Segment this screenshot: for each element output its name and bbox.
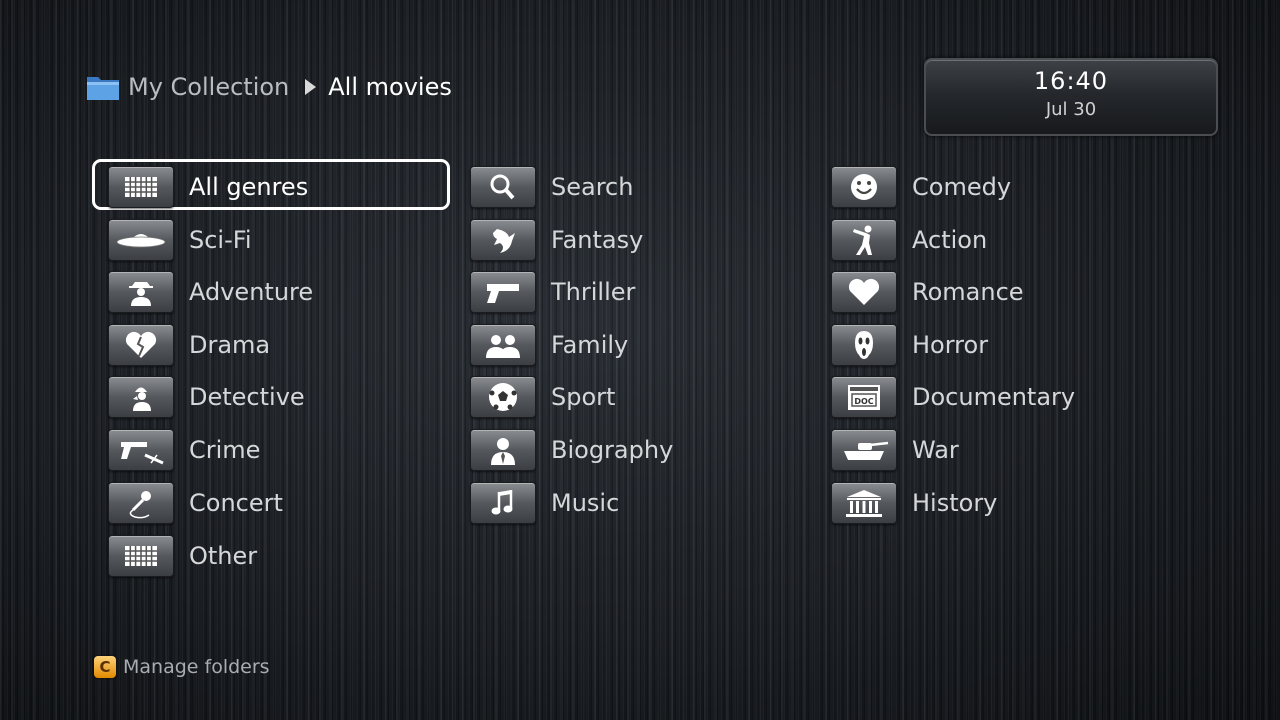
genre-label: Drama	[189, 331, 271, 359]
genre-crime[interactable]: Crime	[108, 427, 260, 473]
genre-fantasy[interactable]: Fantasy	[470, 217, 643, 263]
genre-label: History	[912, 489, 998, 517]
genre-all-genres[interactable]: All genres	[108, 164, 308, 210]
genre-label: Romance	[912, 278, 1024, 306]
genre-label: Crime	[189, 436, 261, 464]
genre-label: All genres	[189, 173, 309, 201]
genre-label: Other	[189, 542, 258, 570]
microphone-icon	[108, 482, 174, 524]
broken-heart-icon	[108, 324, 174, 366]
genre-label: Adventure	[189, 278, 314, 306]
genre-label: Action	[912, 226, 988, 254]
genre-biography[interactable]: Biography	[470, 427, 673, 473]
smiley-icon	[831, 166, 897, 208]
detective-icon	[108, 376, 174, 418]
genre-war[interactable]: War	[831, 427, 959, 473]
magnifier-icon	[470, 166, 536, 208]
genre-romance[interactable]: Romance	[831, 269, 1024, 315]
genre-sport[interactable]: Sport	[470, 374, 615, 420]
dragon-icon	[470, 219, 536, 261]
genre-label: Detective	[189, 383, 305, 411]
music-note-icon	[470, 482, 536, 524]
genre-label: Music	[551, 489, 620, 517]
genre-history[interactable]: History	[831, 480, 997, 526]
genre-concert[interactable]: Concert	[108, 480, 283, 526]
genre-label: Sport	[551, 383, 616, 411]
manage-folders-label: Manage folders	[123, 656, 270, 678]
genre-sci-fi[interactable]: Sci-Fi	[108, 217, 251, 263]
adventurer-icon	[108, 271, 174, 313]
genre-adventure[interactable]: Adventure	[108, 269, 313, 315]
genre-thriller[interactable]: Thriller	[470, 269, 635, 315]
footer-hint[interactable]: C Manage folders	[94, 656, 270, 678]
c-key-icon: C	[94, 656, 116, 678]
museum-icon	[831, 482, 897, 524]
gun-syringe-icon	[108, 429, 174, 471]
genre-music[interactable]: Music	[470, 480, 619, 526]
genre-detective[interactable]: Detective	[108, 374, 305, 420]
genre-label: Documentary	[912, 383, 1076, 411]
genre-label: Horror	[912, 331, 989, 359]
soccer-ball-icon	[470, 376, 536, 418]
breadcrumb: My Collection All movies	[86, 70, 452, 104]
pistol-icon	[470, 271, 536, 313]
genre-label: Fantasy	[551, 226, 644, 254]
genre-documentary[interactable]: DOC Documentary	[831, 374, 1075, 420]
breadcrumb-arrow-icon	[305, 79, 317, 95]
person-icon	[470, 429, 536, 471]
tank-icon	[831, 429, 897, 471]
clock-panel: 16:40 Jul 30	[924, 58, 1218, 136]
folder-icon	[86, 73, 120, 101]
kick-icon	[831, 219, 897, 261]
clock-date: Jul 30	[1045, 99, 1097, 120]
genre-horror[interactable]: Horror	[831, 322, 988, 368]
clock-time: 16:40	[1033, 67, 1109, 95]
grid-icon	[108, 166, 174, 208]
genre-other[interactable]: Other	[108, 533, 257, 579]
genre-label: Thriller	[551, 278, 636, 306]
family-icon	[470, 324, 536, 366]
genre-search[interactable]: Search	[470, 164, 633, 210]
genre-label: Search	[551, 173, 634, 201]
genre-label: War	[912, 436, 959, 464]
svg-text:DOC: DOC	[854, 397, 873, 406]
genre-family[interactable]: Family	[470, 322, 628, 368]
heart-icon	[831, 271, 897, 313]
scream-mask-icon	[831, 324, 897, 366]
breadcrumb-root[interactable]: My Collection	[128, 73, 289, 101]
ufo-icon	[108, 219, 174, 261]
doc-icon: DOC	[831, 376, 897, 418]
breadcrumb-current: All movies	[328, 73, 452, 101]
genre-drama[interactable]: Drama	[108, 322, 270, 368]
grid-icon	[108, 535, 174, 577]
genre-action[interactable]: Action	[831, 217, 987, 263]
genre-label: Concert	[189, 489, 283, 517]
genre-label: Comedy	[912, 173, 1012, 201]
genre-comedy[interactable]: Comedy	[831, 164, 1011, 210]
genre-label: Family	[551, 331, 629, 359]
genre-label: Sci-Fi	[189, 226, 252, 254]
genre-label: Biography	[551, 436, 674, 464]
